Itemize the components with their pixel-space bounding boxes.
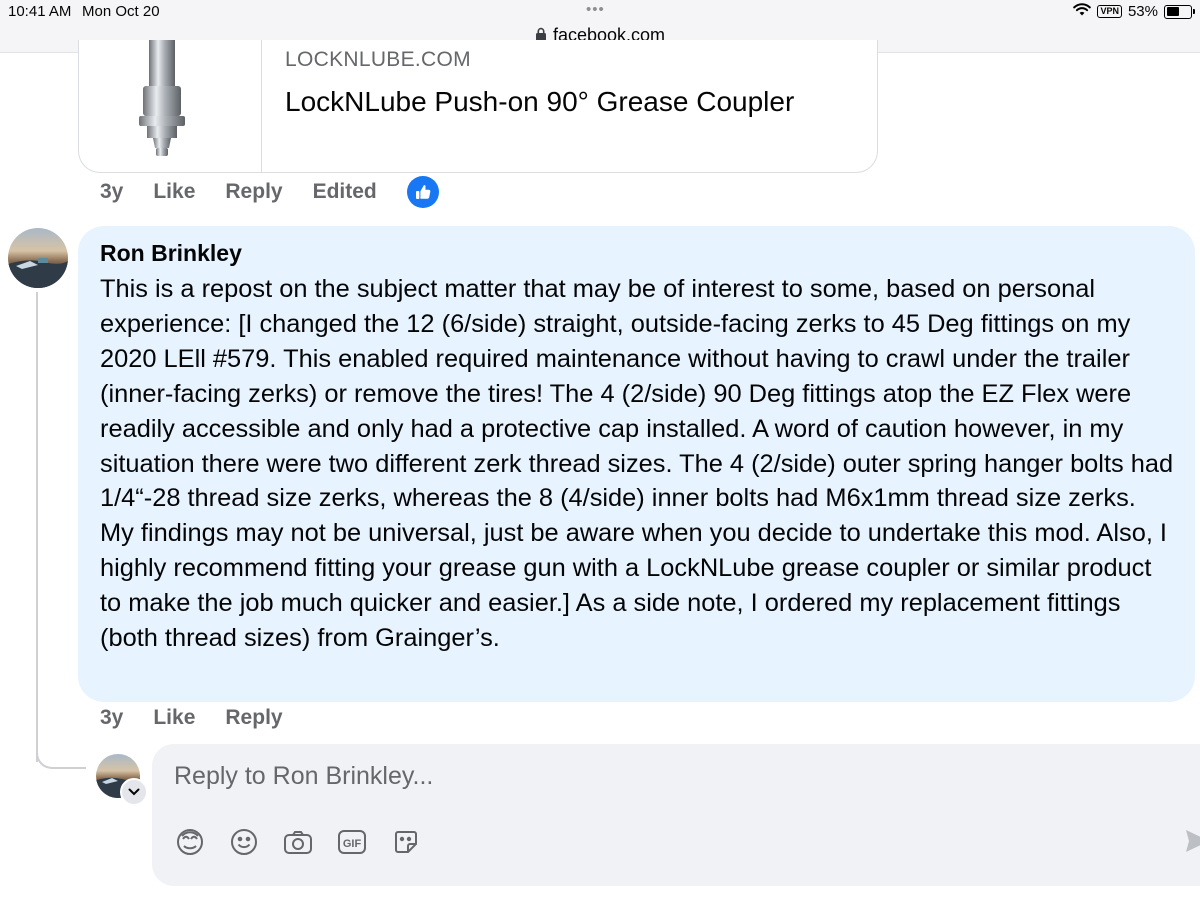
send-icon[interactable] (1182, 826, 1200, 861)
thread-line (36, 292, 38, 762)
like-button[interactable]: Like (153, 180, 195, 204)
wifi-icon (1073, 3, 1092, 20)
sticker-icon[interactable] (390, 826, 422, 858)
reply-composer: GIF (152, 744, 1200, 886)
link-title[interactable]: LockNLube Push-on 90° Grease Coupler (285, 86, 794, 118)
edited-label[interactable]: Edited (313, 180, 377, 204)
status-indicators: VPN 53% (1073, 3, 1195, 20)
thumbs-up-icon[interactable] (406, 176, 439, 208)
link-preview-card[interactable]: LOCKNLUBE.COM LockNLube Push-on 90° Grea… (78, 40, 878, 173)
chevron-down-icon[interactable] (120, 778, 148, 806)
status-time: 10:41 AM (8, 3, 72, 20)
comment-actions: 3y Like Reply (100, 706, 313, 730)
multitask-dots-icon[interactable]: ••• (586, 1, 605, 18)
battery-icon (1164, 4, 1195, 19)
gif-label: GIF (343, 838, 362, 850)
status-date: Mon Oct 20 (82, 3, 160, 20)
reply-button[interactable]: Reply (225, 706, 282, 730)
grease-fitting-icon (139, 40, 185, 156)
camera-icon[interactable] (282, 826, 314, 858)
avatar[interactable] (8, 228, 68, 288)
like-button[interactable]: Like (153, 706, 195, 730)
link-domain: LOCKNLUBE.COM (285, 48, 471, 71)
vpn-badge: VPN (1097, 5, 1122, 18)
comment-text: This is a repost on the subject matter t… (100, 275, 1174, 653)
battery-percent: 53% (1127, 3, 1158, 20)
comment-age: 3y (100, 706, 124, 729)
avatar-sticker-icon[interactable] (174, 826, 206, 858)
emoji-icon[interactable] (228, 826, 260, 858)
battery-fill (1166, 7, 1179, 16)
gif-icon[interactable]: GIF (336, 826, 368, 858)
composer-toolbar: GIF (174, 826, 422, 858)
previous-comment-actions: 3y Like Reply Edited (100, 176, 439, 208)
comment-bubble: Ron Brinkley This is a repost on the sub… (78, 226, 1195, 702)
link-thumbnail (79, 40, 262, 172)
comment-age: 3y (100, 180, 124, 203)
comment-author[interactable]: Ron Brinkley (100, 240, 242, 267)
reply-button[interactable]: Reply (225, 180, 282, 204)
thread-connector (36, 745, 86, 769)
reply-input[interactable] (152, 744, 1174, 808)
